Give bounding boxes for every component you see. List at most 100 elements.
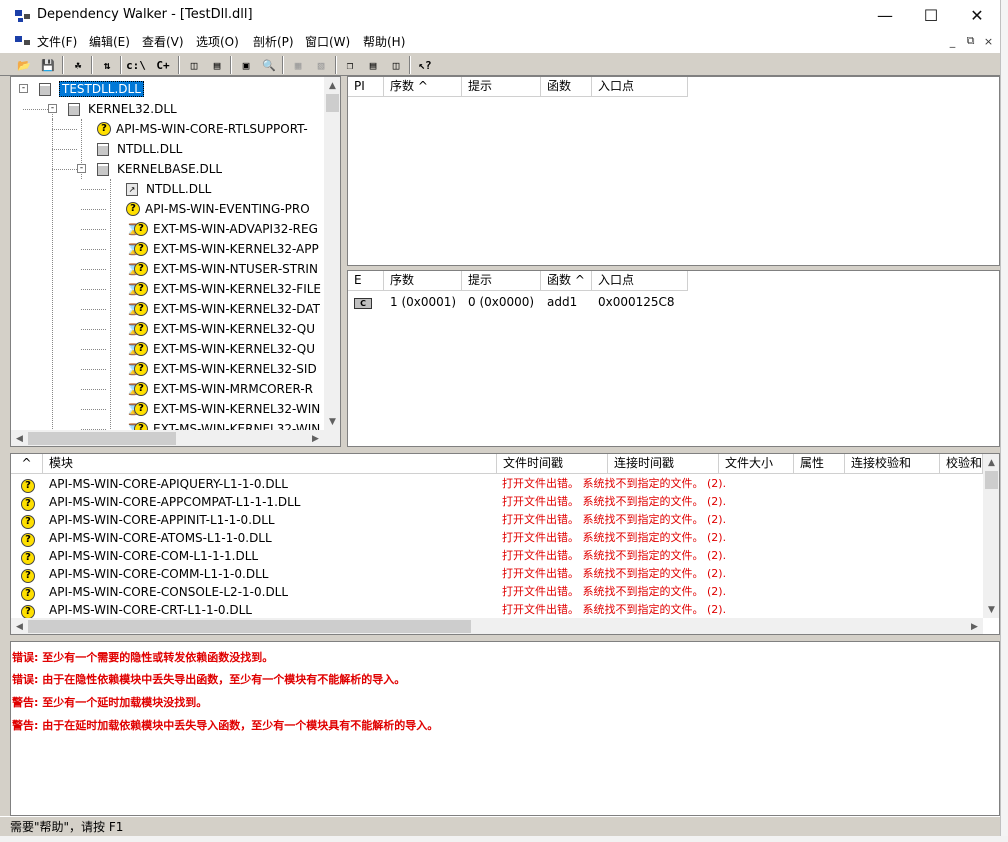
status-text: 需要"帮助"，请按 F1: [10, 820, 124, 834]
tree-node[interactable]: ⌛? EXT-MS-WIN-KERNEL32-DAT: [126, 299, 320, 319]
column-header-attributes[interactable]: 属性: [794, 454, 845, 474]
module-vertical-scrollbar[interactable]: ▲ ▼: [983, 454, 999, 618]
highlight-icon[interactable]: ▧: [310, 55, 332, 75]
column-header-hint[interactable]: 提示: [462, 271, 541, 291]
tree-node[interactable]: ⌛? EXT-MS-WIN-KERNEL32-APP: [126, 239, 319, 259]
module-icon: [97, 142, 109, 156]
tree-node[interactable]: ? API-MS-WIN-CORE-RTLSUPPORT-: [97, 119, 308, 139]
delay-load-icon: ⌛: [126, 302, 140, 316]
full-paths-icon[interactable]: c:\: [125, 55, 147, 75]
maximize-button[interactable]: ☐: [908, 0, 954, 31]
undecorate-cpp-icon[interactable]: C+: [152, 55, 174, 75]
save-icon[interactable]: 💾: [37, 55, 59, 75]
tree-expander[interactable]: -: [19, 84, 28, 93]
column-header-link-checksum[interactable]: 连接校验和: [845, 454, 940, 474]
menu-edit[interactable]: 编辑(E): [89, 33, 130, 50]
column-header-e[interactable]: E: [348, 271, 384, 291]
tree-node[interactable]: ⌛? EXT-MS-WIN-KERNEL32-SID: [126, 359, 317, 379]
delay-load-icon: ⌛: [126, 362, 140, 376]
cascade-icon[interactable]: ❐: [339, 55, 361, 75]
properties-icon[interactable]: ▤: [206, 55, 228, 75]
tree-node-label: EXT-MS-WIN-KERNEL32-APP: [153, 242, 319, 256]
minimize-button[interactable]: —: [862, 0, 908, 31]
column-header-module[interactable]: 模块: [43, 454, 497, 474]
column-header-function[interactable]: 函数: [541, 77, 592, 97]
find-icon[interactable]: 🔍: [258, 55, 280, 75]
menu-options[interactable]: 选项(O): [196, 33, 239, 50]
log-output[interactable]: 错误: 至少有一个需要的隐性或转发依赖函数没找到。 错误: 由于在隐性依赖模块中…: [10, 641, 1000, 816]
column-header-pi[interactable]: PI: [348, 77, 384, 97]
missing-module-icon: ?: [134, 242, 148, 256]
view-modules-icon[interactable]: ◫: [183, 55, 205, 75]
tree-node[interactable]: ⌛? EXT-MS-WIN-KERNEL32-QU: [126, 339, 315, 359]
module-dependency-tree[interactable]: - TESTDLL.DLL - KERNEL32.DLL? API-MS-WIN-COR…: [10, 76, 341, 447]
tree-node[interactable]: ⌛? EXT-MS-WIN-ADVAPI32-REG: [126, 219, 318, 239]
tree-node-label: EXT-MS-WIN-KERNEL32-WIN: [153, 402, 321, 416]
tree-node-label: API-MS-WIN-EVENTING-PRO: [145, 202, 310, 216]
mdi-minimize-button[interactable]: _: [944, 33, 961, 49]
tree-node[interactable]: TESTDLL.DLL: [39, 79, 144, 99]
missing-module-icon: ?: [21, 583, 39, 601]
tree-node[interactable]: ⌛? EXT-MS-WIN-KERNEL32-FILE: [126, 279, 321, 299]
column-header-entry-point[interactable]: 入口点: [592, 77, 688, 97]
column-header-ordinal[interactable]: 序数 ^: [384, 77, 462, 97]
tree-node[interactable]: KERNEL32.DLL: [68, 99, 177, 119]
tree-node[interactable]: ↗ NTDLL.DLL: [126, 179, 211, 199]
export-function-list[interactable]: E 序数 提示 函数 ^ 入口点 C 1 (0x0001) 0 (0x0000)…: [347, 270, 1000, 447]
export-hint: 0 (0x0000): [468, 295, 535, 309]
system-info-icon[interactable]: ▣: [235, 55, 257, 75]
delay-load-icon: ⌛: [126, 282, 140, 296]
copy-icon[interactable]: ▦: [287, 55, 309, 75]
column-header-icon[interactable]: ^: [11, 454, 43, 474]
tile-vertical-icon[interactable]: ◫: [385, 55, 407, 75]
menu-view[interactable]: 查看(V): [142, 33, 184, 50]
menu-window[interactable]: 窗口(W): [305, 33, 350, 50]
column-header-file-timestamp[interactable]: 文件时间戳: [497, 454, 608, 474]
tree-node-label: EXT-MS-WIN-KERNEL32-DAT: [153, 302, 320, 316]
tree-expander[interactable]: -: [48, 104, 57, 113]
tree-node[interactable]: ⌛? EXT-MS-WIN-KERNEL32-QU: [126, 319, 315, 339]
status-bar: [0, 816, 1000, 836]
column-header-function[interactable]: 函数 ^: [541, 271, 592, 291]
menu-help[interactable]: 帮助(H): [363, 33, 405, 50]
tree-node-label: EXT-MS-WIN-ADVAPI32-REG: [153, 222, 318, 236]
tile-horizontal-icon[interactable]: ▤: [362, 55, 384, 75]
column-header-hint[interactable]: 提示: [462, 77, 541, 97]
tree-expander[interactable]: -: [77, 164, 86, 173]
column-header-file-size[interactable]: 文件大小: [719, 454, 794, 474]
tree-node[interactable]: ? API-MS-WIN-EVENTING-PRO: [126, 199, 310, 219]
tree-node-label: NTDLL.DLL: [117, 142, 183, 156]
toolbar: 📂 💾 ☘ ⇅ c:\ C+ ◫ ▤ ▣ 🔍 ▦ ▧ ❐ ▤ ◫ ↖?: [0, 52, 1000, 76]
module-list[interactable]: ^ 模块 文件时间戳 连接时间戳 文件大小 属性 连接校验和 校验和 ? API…: [10, 453, 1000, 635]
open-folder-icon[interactable]: 📂: [13, 55, 35, 75]
column-header-link-timestamp[interactable]: 连接时间戳: [608, 454, 719, 474]
tree-vertical-scrollbar[interactable]: ▲ ▼: [324, 77, 340, 430]
module-error: 打开文件出错。 系统找不到指定的文件。 (2).: [502, 549, 727, 562]
module-error: 打开文件出错。 系统找不到指定的文件。 (2).: [502, 495, 727, 508]
start-profiling-icon[interactable]: ☘: [67, 55, 89, 75]
column-header-checksum[interactable]: 校验和: [940, 454, 983, 474]
module-error: 打开文件出错。 系统找不到指定的文件。 (2).: [502, 603, 727, 616]
menu-profile[interactable]: 剖析(P): [253, 33, 294, 50]
module-horizontal-scrollbar[interactable]: ◀ ▶: [11, 618, 983, 634]
tree-node[interactable]: ⌛? EXT-MS-WIN-KERNEL32-WIN: [126, 399, 320, 419]
mdi-close-button[interactable]: ×: [980, 33, 997, 49]
close-button[interactable]: ✕: [954, 0, 1000, 31]
mdi-restore-button[interactable]: ⧉: [962, 33, 979, 49]
forwarded-module-icon: ↗: [126, 182, 138, 196]
refresh-icon[interactable]: ⇅: [96, 55, 118, 75]
tree-node[interactable]: NTDLL.DLL: [97, 139, 182, 159]
column-header-ordinal[interactable]: 序数: [384, 271, 462, 291]
tree-node[interactable]: ⌛? EXT-MS-WIN-MRMCORER-R: [126, 379, 313, 399]
context-help-icon[interactable]: ↖?: [414, 55, 436, 75]
document-icon[interactable]: [14, 35, 32, 49]
module-name: API-MS-WIN-CORE-COMM-L1-1-0.DLL: [49, 567, 269, 581]
import-function-list[interactable]: PI 序数 ^ 提示 函数 入口点: [347, 76, 1000, 266]
tree-node[interactable]: KERNELBASE.DLL: [97, 159, 222, 179]
module-icon: [97, 162, 109, 176]
tree-node[interactable]: ⌛? EXT-MS-WIN-NTUSER-STRIN: [126, 259, 318, 279]
menu-file[interactable]: 文件(F): [37, 33, 77, 50]
window-title: Dependency Walker - [TestDll.dll]: [37, 7, 253, 22]
column-header-entry-point[interactable]: 入口点: [592, 271, 688, 291]
tree-horizontal-scrollbar[interactable]: ◀ ▶: [11, 430, 324, 446]
